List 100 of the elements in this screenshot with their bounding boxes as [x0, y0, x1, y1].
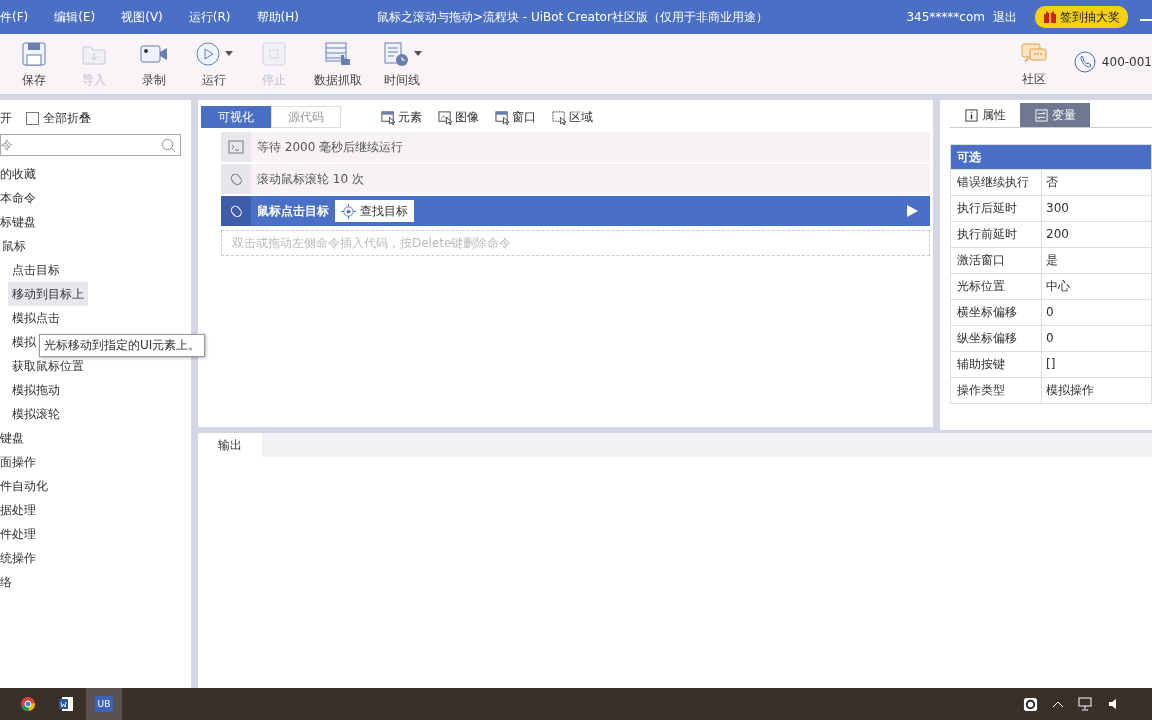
- property-value[interactable]: 模拟操作: [1042, 378, 1151, 403]
- mouse-icon: [228, 171, 244, 187]
- info-icon: [964, 108, 978, 122]
- tree-item[interactable]: 获取鼠标位置: [8, 354, 88, 378]
- tree-item[interactable]: 面操作: [0, 450, 191, 474]
- view-tab[interactable]: 可视化: [201, 106, 271, 128]
- property-name: 辅助按键: [951, 352, 1042, 377]
- property-value[interactable]: 200: [1042, 222, 1151, 247]
- table-hand-icon: [324, 40, 352, 67]
- expand-all-link[interactable]: 开: [0, 109, 12, 127]
- tooltip: 光标移动到指定的UI元素上。: [39, 334, 206, 357]
- mouse-icon: [228, 203, 244, 219]
- property-name: 激活窗口: [951, 248, 1042, 273]
- caret-icon: [225, 51, 233, 56]
- tree-item[interactable]: 点击目标: [8, 258, 64, 282]
- property-name: 执行前延时: [951, 222, 1042, 247]
- flow-step[interactable]: 滚动鼠标滚轮 10 次: [221, 164, 930, 194]
- save-icon: [21, 40, 47, 67]
- tree-item[interactable]: 模拟滚轮: [8, 402, 64, 426]
- pick-tool-button[interactable]: 窗口: [495, 108, 536, 126]
- logout-link[interactable]: 退出: [993, 8, 1017, 26]
- tree-item[interactable]: 件处理: [0, 522, 191, 546]
- phone-icon: [1073, 51, 1096, 73]
- clock-document-icon: [382, 40, 410, 67]
- window-cursor-icon: [381, 109, 396, 125]
- crosshair-icon: [341, 203, 356, 219]
- property-name: 错误继续执行: [951, 170, 1042, 195]
- section-header: 可选: [951, 145, 1151, 169]
- search-field[interactable]: 令: [0, 134, 181, 156]
- insert-hint: 双击或拖动左侧命令插入代码，按Delete键删除命令: [221, 230, 930, 256]
- toolbar-button[interactable]: 时间线: [382, 39, 422, 89]
- tree-item[interactable]: 络: [0, 570, 191, 594]
- property-name: 执行后延时: [951, 196, 1042, 221]
- phone-number: 400-001: [1101, 55, 1152, 69]
- terminal-icon: [228, 140, 244, 154]
- pick-tool-button[interactable]: 元素: [381, 108, 422, 126]
- flow-step[interactable]: 等待 2000 毫秒后继续运行: [221, 132, 930, 162]
- property-value[interactable]: 300: [1042, 196, 1151, 221]
- caret-icon: [414, 51, 422, 56]
- play-icon[interactable]: [906, 205, 918, 217]
- tree-item[interactable]: 本命令: [0, 186, 191, 210]
- search-icon: [161, 138, 176, 153]
- property-value[interactable]: []: [1042, 352, 1151, 377]
- menu-item[interactable]: 视图(V): [121, 8, 163, 26]
- toolbar-button[interactable]: 运行: [194, 39, 234, 89]
- browser-icon: [20, 696, 36, 712]
- property-name: 横坐标偏移: [951, 300, 1042, 325]
- toolbar-button[interactable]: 保存: [14, 39, 54, 89]
- tree-item[interactable]: 模拟拖动: [8, 378, 64, 402]
- dashed-cursor-icon: [552, 109, 567, 125]
- window-cursor-icon: [438, 109, 453, 125]
- tree-item[interactable]: 标键盘: [0, 210, 191, 234]
- stop-icon: [261, 40, 287, 67]
- find-target-button[interactable]: 查找目标: [335, 200, 414, 222]
- property-value[interactable]: 否: [1042, 170, 1151, 195]
- property-name: 操作类型: [951, 378, 1042, 403]
- flow-step[interactable]: 鼠标点击目标 查找目标: [221, 196, 930, 226]
- window-title: 鼠标之滚动与拖动>流程块 - UiBot Creator社区版（仅用于非商业用途）: [376, 8, 768, 26]
- property-name: 光标位置: [951, 274, 1042, 299]
- toolbar-button[interactable]: 数据抓取: [314, 39, 362, 89]
- panel-tab[interactable]: 变量: [1020, 103, 1090, 127]
- chevron-up-icon[interactable]: [1052, 700, 1064, 708]
- output-tab[interactable]: 输出: [198, 433, 262, 457]
- menu-item[interactable]: 件(F): [0, 8, 29, 26]
- pick-tool-button[interactable]: 区域: [552, 108, 593, 126]
- community-button[interactable]: 社区: [1013, 40, 1054, 88]
- property-value[interactable]: 0: [1042, 300, 1151, 325]
- camera-icon: [140, 42, 168, 65]
- step-text: 鼠标点击目标: [257, 202, 329, 220]
- network-icon[interactable]: [1078, 697, 1094, 711]
- menu-item[interactable]: 编辑(E): [54, 8, 96, 26]
- pick-tool-button[interactable]: 图像: [438, 108, 479, 126]
- tree-item[interactable]: 件自动化: [0, 474, 191, 498]
- tray-app-icon: [1023, 696, 1038, 712]
- property-value[interactable]: 是: [1042, 248, 1151, 273]
- user-account: 345*****com: [906, 10, 985, 24]
- tree-item[interactable]: 鼠标: [0, 234, 191, 258]
- menu-item[interactable]: 帮助(H): [256, 8, 299, 26]
- swap-icon: [1034, 108, 1048, 122]
- tree-item[interactable]: 模拟: [8, 330, 40, 354]
- gift-icon: [1043, 10, 1057, 24]
- menu-item[interactable]: 运行(R): [188, 8, 231, 26]
- property-value[interactable]: 0: [1042, 326, 1151, 351]
- tree-item[interactable]: 移动到目标上: [8, 282, 88, 306]
- step-text: 滚动鼠标滚轮 10 次: [257, 170, 364, 188]
- step-text: 等待 2000 毫秒后继续运行: [257, 138, 404, 156]
- document-app-icon: [58, 696, 74, 712]
- tree-item[interactable]: 统操作: [0, 546, 191, 570]
- taskbar-app[interactable]: UB: [86, 688, 122, 720]
- tree-item[interactable]: 键盘: [0, 426, 191, 450]
- tree-item[interactable]: 模拟点击: [8, 306, 64, 330]
- collapse-all-button[interactable]: 全部折叠: [26, 109, 91, 127]
- toolbar-button[interactable]: 录制: [134, 39, 174, 89]
- property-name: 纵坐标偏移: [951, 326, 1042, 351]
- play-icon: [195, 40, 221, 67]
- property-value[interactable]: 中心: [1042, 274, 1151, 299]
- promo-button[interactable]: 签到抽大奖: [1035, 6, 1128, 28]
- tree-item[interactable]: 的收藏: [0, 162, 191, 186]
- window-cursor-icon: [495, 109, 510, 125]
- tree-item[interactable]: 据处理: [0, 498, 191, 522]
